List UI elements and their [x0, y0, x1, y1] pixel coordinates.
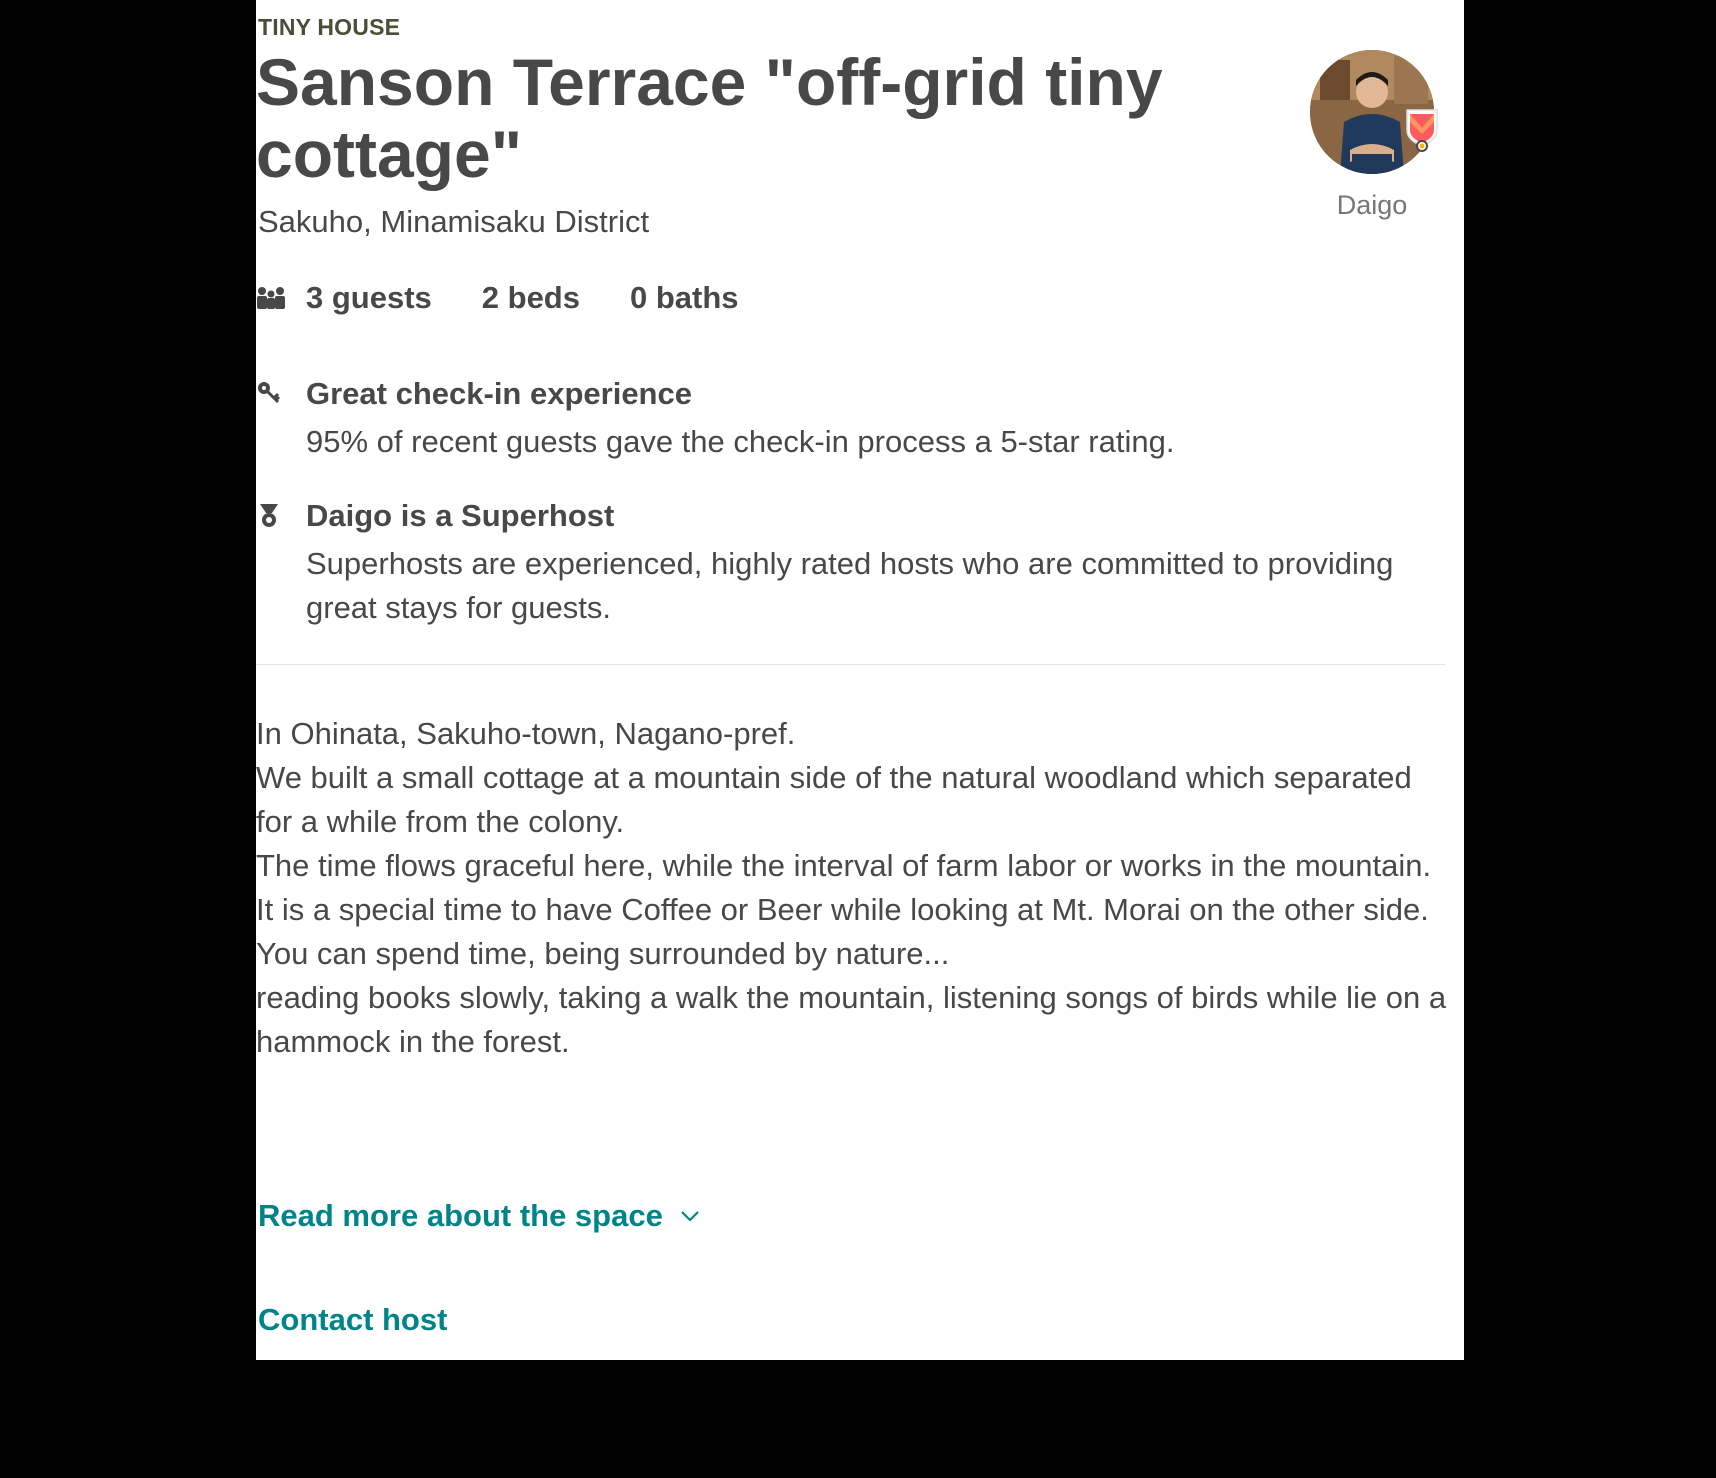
listing-category: TINY HOUSE	[258, 14, 401, 40]
description-paragraph: In Ohinata, Sakuho-town, Nagano-pref.	[256, 716, 796, 751]
baths-count: 0 baths	[630, 280, 739, 315]
highlight-title: Great check-in experience	[306, 376, 692, 411]
beds-count: 2 beds	[481, 280, 580, 315]
highlight-description: 95% of recent guests gave the check-in p…	[306, 424, 1175, 459]
chevron-down-icon[interactable]	[679, 1209, 701, 1223]
listing-description: In Ohinata, Sakuho-town, Nagano-pref. We…	[256, 712, 1448, 1064]
guests-icon	[257, 287, 285, 309]
description-paragraph: You can spend time, being surrounded by …	[256, 936, 950, 971]
description-paragraph: The time flows graceful here, while the …	[256, 848, 1432, 883]
listing-title: Sanson Terrace "off-grid tiny cottage"	[256, 45, 1163, 191]
description-paragraph: It is a special time to have Coffee or B…	[256, 892, 1429, 927]
read-more-link[interactable]: Read more about the space	[258, 1198, 701, 1234]
guests-count: 3 guests	[306, 280, 432, 315]
host-name[interactable]: Daigo	[1296, 190, 1448, 221]
listing-location[interactable]: Sakuho, Minamisaku District	[258, 204, 649, 240]
contact-host-link[interactable]: Contact host	[258, 1302, 447, 1338]
highlight-description: Superhosts are experienced, highly rated…	[306, 546, 1394, 625]
description-paragraph: reading books slowly, taking a walk the …	[256, 980, 1447, 1059]
listing-facts: 3 guests 2 beds 0 baths	[256, 280, 789, 316]
highlight-title: Daigo is a Superhost	[306, 498, 615, 533]
read-more-label[interactable]: Read more about the space	[258, 1198, 663, 1234]
medal-icon	[260, 504, 278, 527]
superhost-badge-icon	[1404, 108, 1440, 152]
key-icon	[258, 382, 281, 404]
listing-panel: TINY HOUSE Sanson Terrace "off-grid tiny…	[256, 0, 1464, 1360]
section-divider	[256, 664, 1446, 665]
description-paragraph: We built a small cottage at a mountain s…	[256, 760, 1412, 839]
